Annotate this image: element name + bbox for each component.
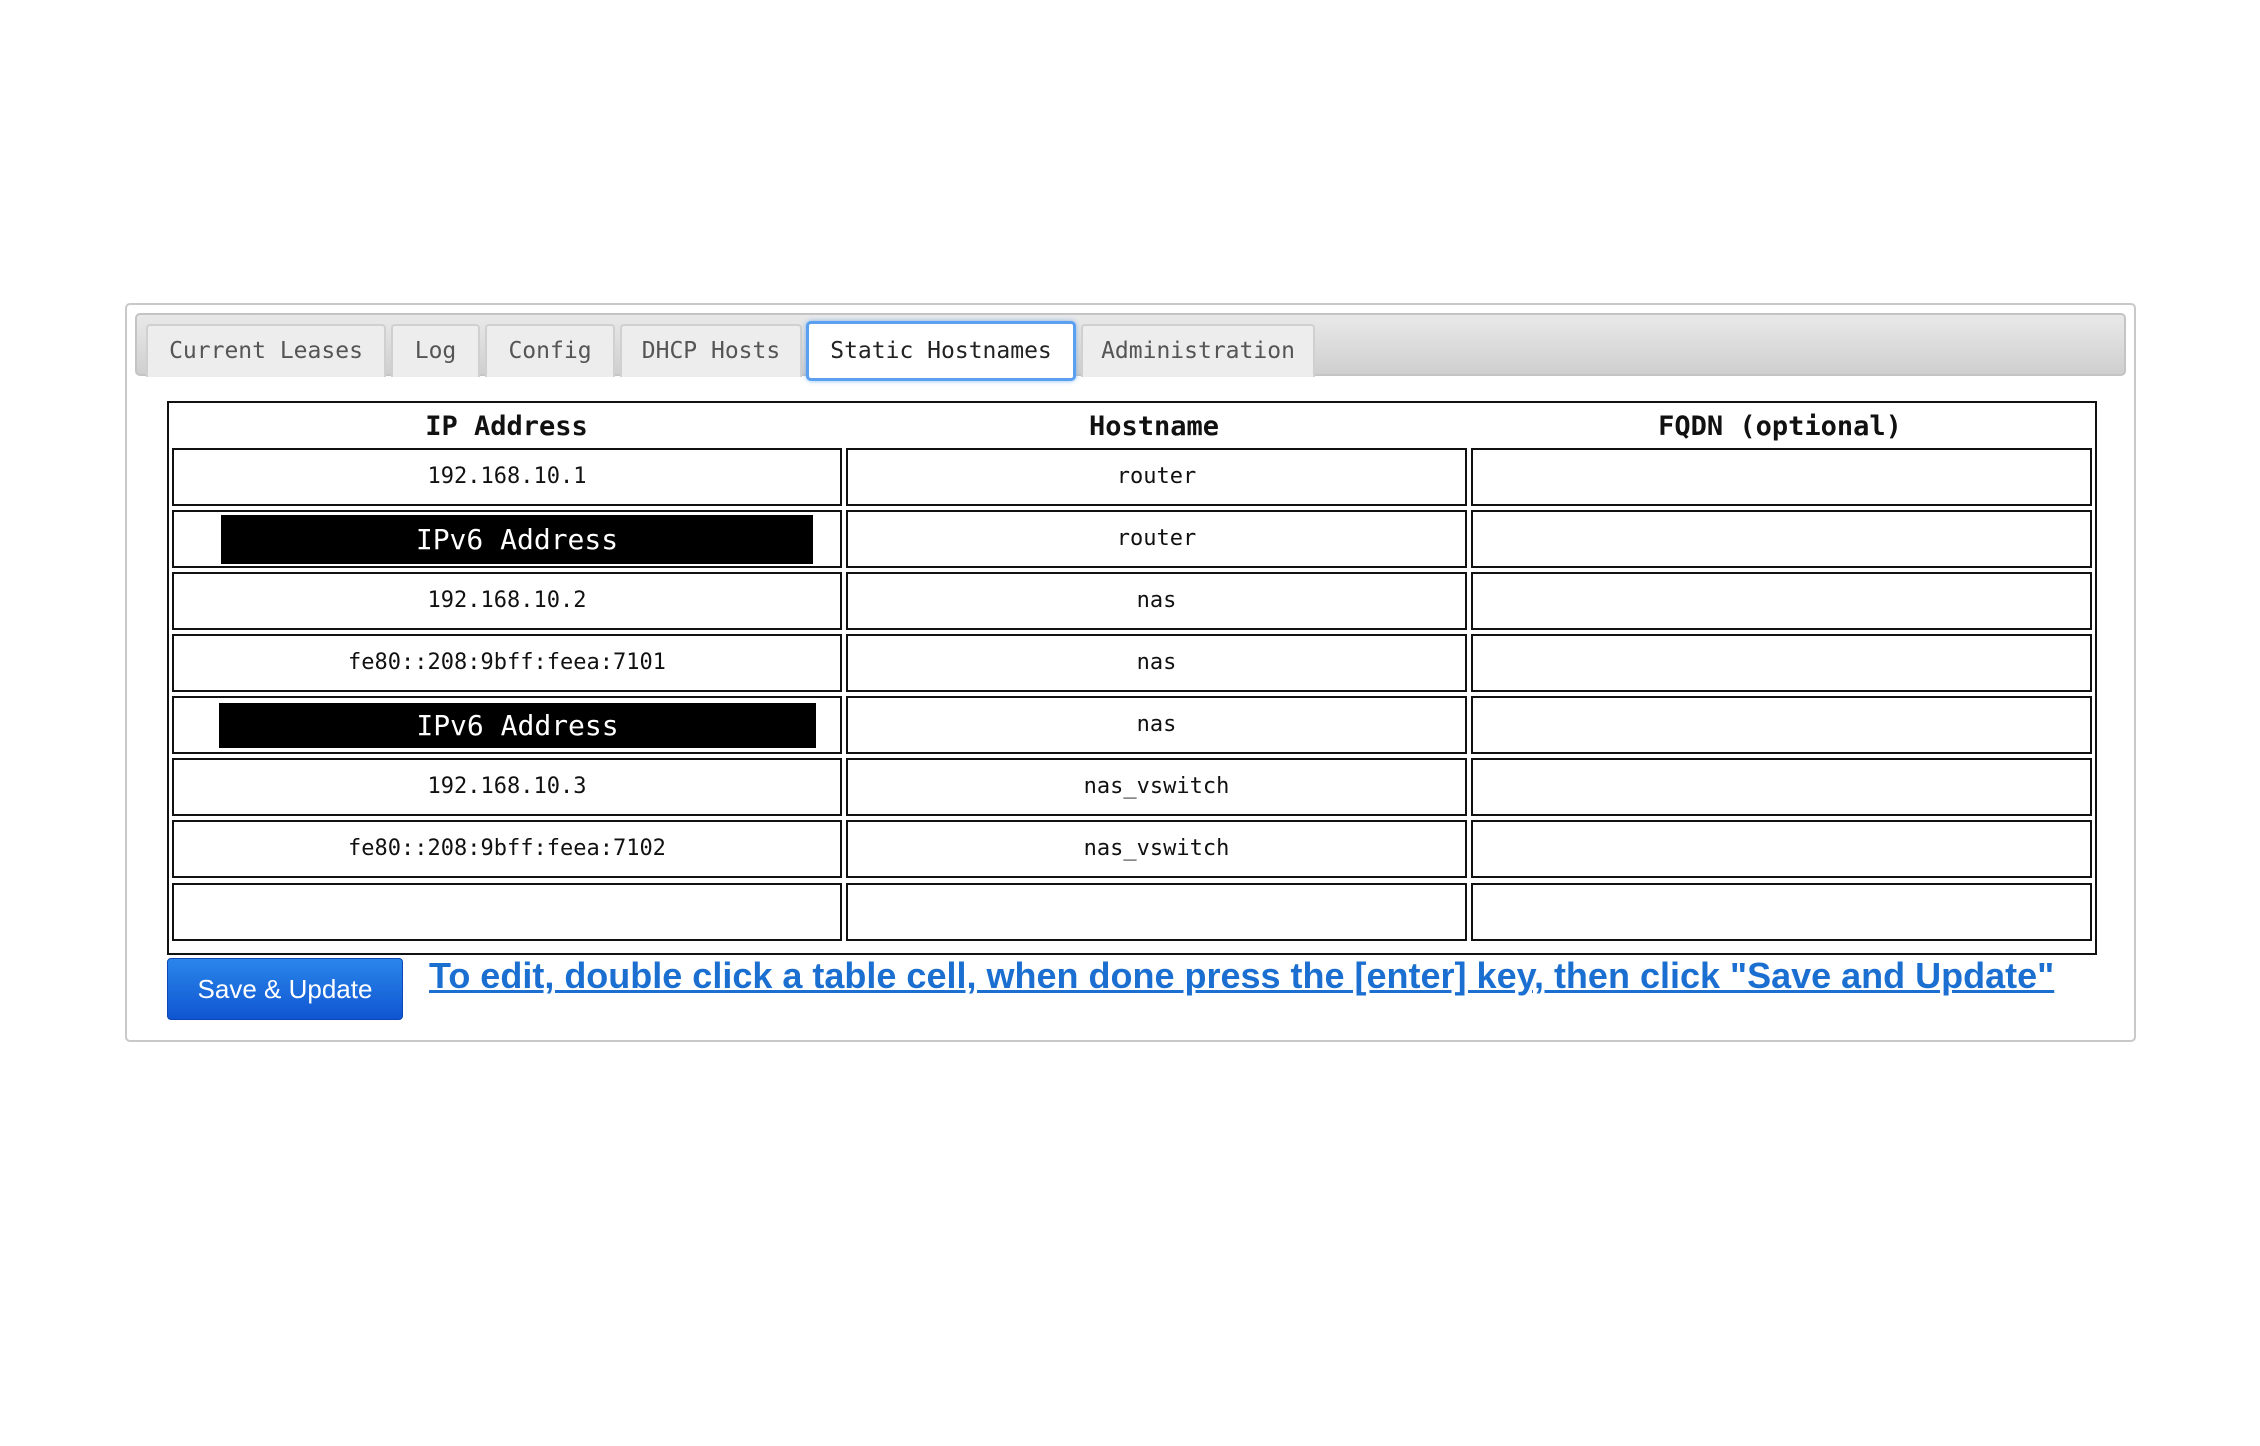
- cell-fqdn[interactable]: [1471, 820, 2092, 878]
- cell-ip[interactable]: IPv6 Address: [172, 510, 842, 568]
- tab-current-leases[interactable]: Current Leases: [146, 324, 386, 377]
- cell-hostname[interactable]: nas: [846, 634, 1467, 692]
- cell-hostname[interactable]: nas_vswitch: [846, 820, 1467, 878]
- cell-hostname[interactable]: router: [846, 510, 1467, 568]
- cell-ip[interactable]: fe80::208:9bff:feea:7101: [172, 634, 842, 692]
- cell-hostname[interactable]: nas: [846, 696, 1467, 754]
- tab-administration[interactable]: Administration: [1081, 324, 1315, 377]
- tab-log[interactable]: Log: [391, 324, 480, 377]
- tab-static-hostnames[interactable]: Static Hostnames: [806, 321, 1076, 381]
- tab-config[interactable]: Config: [485, 324, 615, 377]
- cell-fqdn[interactable]: [1471, 883, 2092, 941]
- column-header-hostname: Hostname: [1088, 411, 1220, 442]
- cell-fqdn[interactable]: [1471, 758, 2092, 816]
- cell-ip[interactable]: [172, 883, 842, 941]
- cell-fqdn[interactable]: [1471, 510, 2092, 568]
- tab-dhcp-hosts[interactable]: DHCP Hosts: [620, 324, 802, 377]
- column-header-ip-address: IP Address: [425, 411, 588, 442]
- redacted-ipv6-address: IPv6 Address: [219, 703, 816, 748]
- cell-fqdn[interactable]: [1471, 634, 2092, 692]
- cell-ip[interactable]: 192.168.10.3: [172, 758, 842, 816]
- redacted-ipv6-address: IPv6 Address: [221, 515, 813, 564]
- cell-ip[interactable]: 192.168.10.1: [172, 448, 842, 506]
- cell-ip[interactable]: IPv6 Address: [172, 696, 842, 754]
- static-hostnames-table: IP Address Hostname FQDN (optional) 192.…: [167, 401, 2097, 955]
- tab-bar: Current Leases Log Config DHCP Hosts Sta…: [135, 313, 2126, 381]
- cell-fqdn[interactable]: [1471, 448, 2092, 506]
- cell-ip[interactable]: fe80::208:9bff:feea:7102: [172, 820, 842, 878]
- hostnames-panel: Current Leases Log Config DHCP Hosts Sta…: [125, 303, 2136, 1042]
- edit-instructions-link[interactable]: To edit, double click a table cell, when…: [429, 954, 2054, 998]
- cell-fqdn[interactable]: [1471, 696, 2092, 754]
- cell-fqdn[interactable]: [1471, 572, 2092, 630]
- cell-hostname[interactable]: nas: [846, 572, 1467, 630]
- cell-hostname[interactable]: nas_vswitch: [846, 758, 1467, 816]
- cell-hostname[interactable]: [846, 883, 1467, 941]
- column-header-fqdn: FQDN (optional): [1658, 411, 1902, 442]
- cell-hostname[interactable]: router: [846, 448, 1467, 506]
- cell-ip[interactable]: 192.168.10.2: [172, 572, 842, 630]
- save-update-button[interactable]: Save & Update: [167, 958, 403, 1020]
